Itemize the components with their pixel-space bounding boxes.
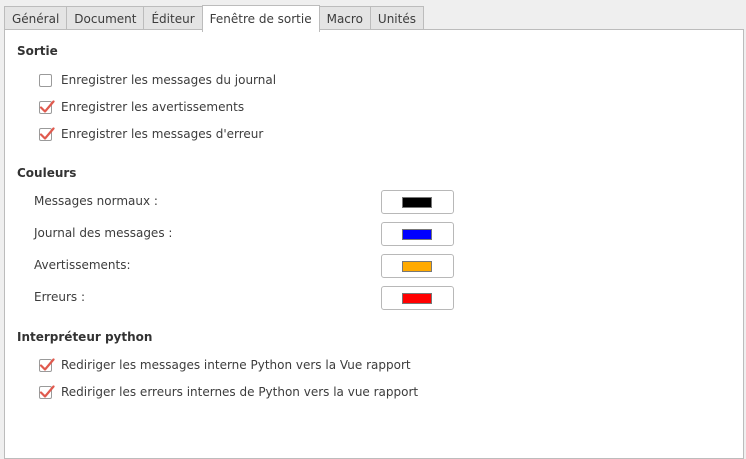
normal-messages-label: Messages normaux : [34, 194, 158, 208]
color-row-warnings: Avertissements: [34, 254, 454, 278]
redirect-python-errors-checkbox[interactable] [39, 384, 55, 399]
color-row-normal-messages: Messages normaux : [34, 190, 454, 214]
log-messages-option[interactable]: Enregistrer les messages du journal [39, 72, 276, 88]
errors-color-button[interactable] [381, 286, 454, 310]
log-messages-color-button[interactable] [381, 222, 454, 246]
tab-macro[interactable]: Macro [318, 6, 371, 30]
color-swatch [402, 229, 432, 240]
colors-section-title: Couleurs [17, 166, 77, 180]
normal-messages-color-button[interactable] [381, 190, 454, 214]
log-messages-color-label: Journal des messages : [34, 226, 173, 240]
color-swatch [402, 197, 432, 208]
python-section-title: Interpréteur python [17, 330, 153, 344]
color-row-errors: Erreurs : [34, 286, 454, 310]
warnings-color-label: Avertissements: [34, 258, 131, 272]
redirect-python-messages-label: Rediriger les messages interne Python ve… [61, 358, 411, 372]
tab-output-window[interactable]: Fenêtre de sortie [201, 5, 320, 32]
tab-units[interactable]: Unités [369, 6, 424, 30]
log-warnings-option[interactable]: Enregistrer les avertissements [39, 99, 244, 115]
log-warnings-checkbox[interactable] [39, 99, 55, 114]
tab-general[interactable]: Général [4, 6, 68, 30]
log-messages-checkbox[interactable] [39, 73, 52, 87]
warnings-color-button[interactable] [381, 254, 454, 278]
checkmark-icon [39, 126, 55, 140]
color-swatch [402, 261, 432, 272]
checkmark-icon [39, 384, 55, 398]
redirect-python-messages-checkbox[interactable] [39, 357, 55, 372]
checkmark-icon [39, 99, 55, 113]
errors-color-label: Erreurs : [34, 290, 86, 304]
tab-editor[interactable]: Éditeur [143, 6, 203, 30]
redirect-python-errors-option[interactable]: Rediriger les erreurs internes de Python… [39, 384, 418, 400]
redirect-python-messages-option[interactable]: Rediriger les messages interne Python ve… [39, 357, 411, 373]
log-errors-option[interactable]: Enregistrer les messages d'erreur [39, 126, 263, 142]
tab-bar: Général Document Éditeur Fenêtre de sort… [4, 5, 424, 32]
color-row-log-messages: Journal des messages : [34, 222, 454, 246]
output-section-title: Sortie [17, 44, 58, 58]
log-errors-label: Enregistrer les messages d'erreur [61, 127, 264, 141]
color-swatch [402, 293, 432, 304]
tab-document[interactable]: Document [66, 6, 145, 30]
redirect-python-errors-label: Rediriger les erreurs internes de Python… [61, 385, 419, 399]
settings-panel: Sortie Enregistrer les messages du journ… [4, 29, 744, 459]
log-errors-checkbox[interactable] [39, 126, 55, 141]
checkmark-icon [39, 357, 55, 371]
log-messages-label: Enregistrer les messages du journal [61, 73, 277, 87]
log-warnings-label: Enregistrer les avertissements [61, 100, 245, 114]
